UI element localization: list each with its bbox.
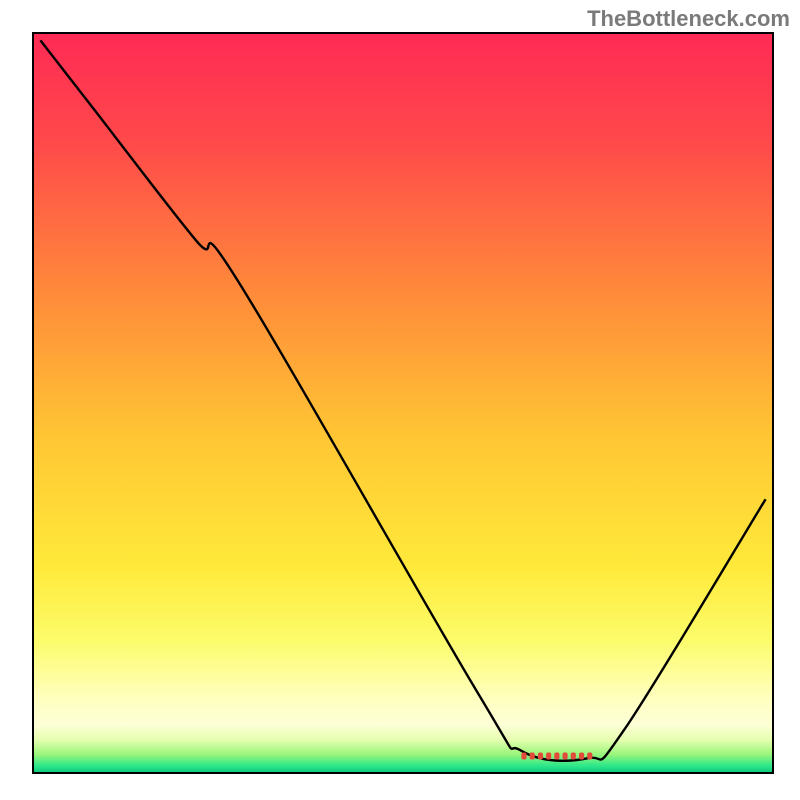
chart-svg	[0, 0, 800, 800]
plot-background	[33, 33, 773, 773]
chart-container: TheBottleneck.com	[0, 0, 800, 800]
watermark-text: TheBottleneck.com	[587, 6, 790, 32]
optimum-marker	[521, 752, 592, 759]
